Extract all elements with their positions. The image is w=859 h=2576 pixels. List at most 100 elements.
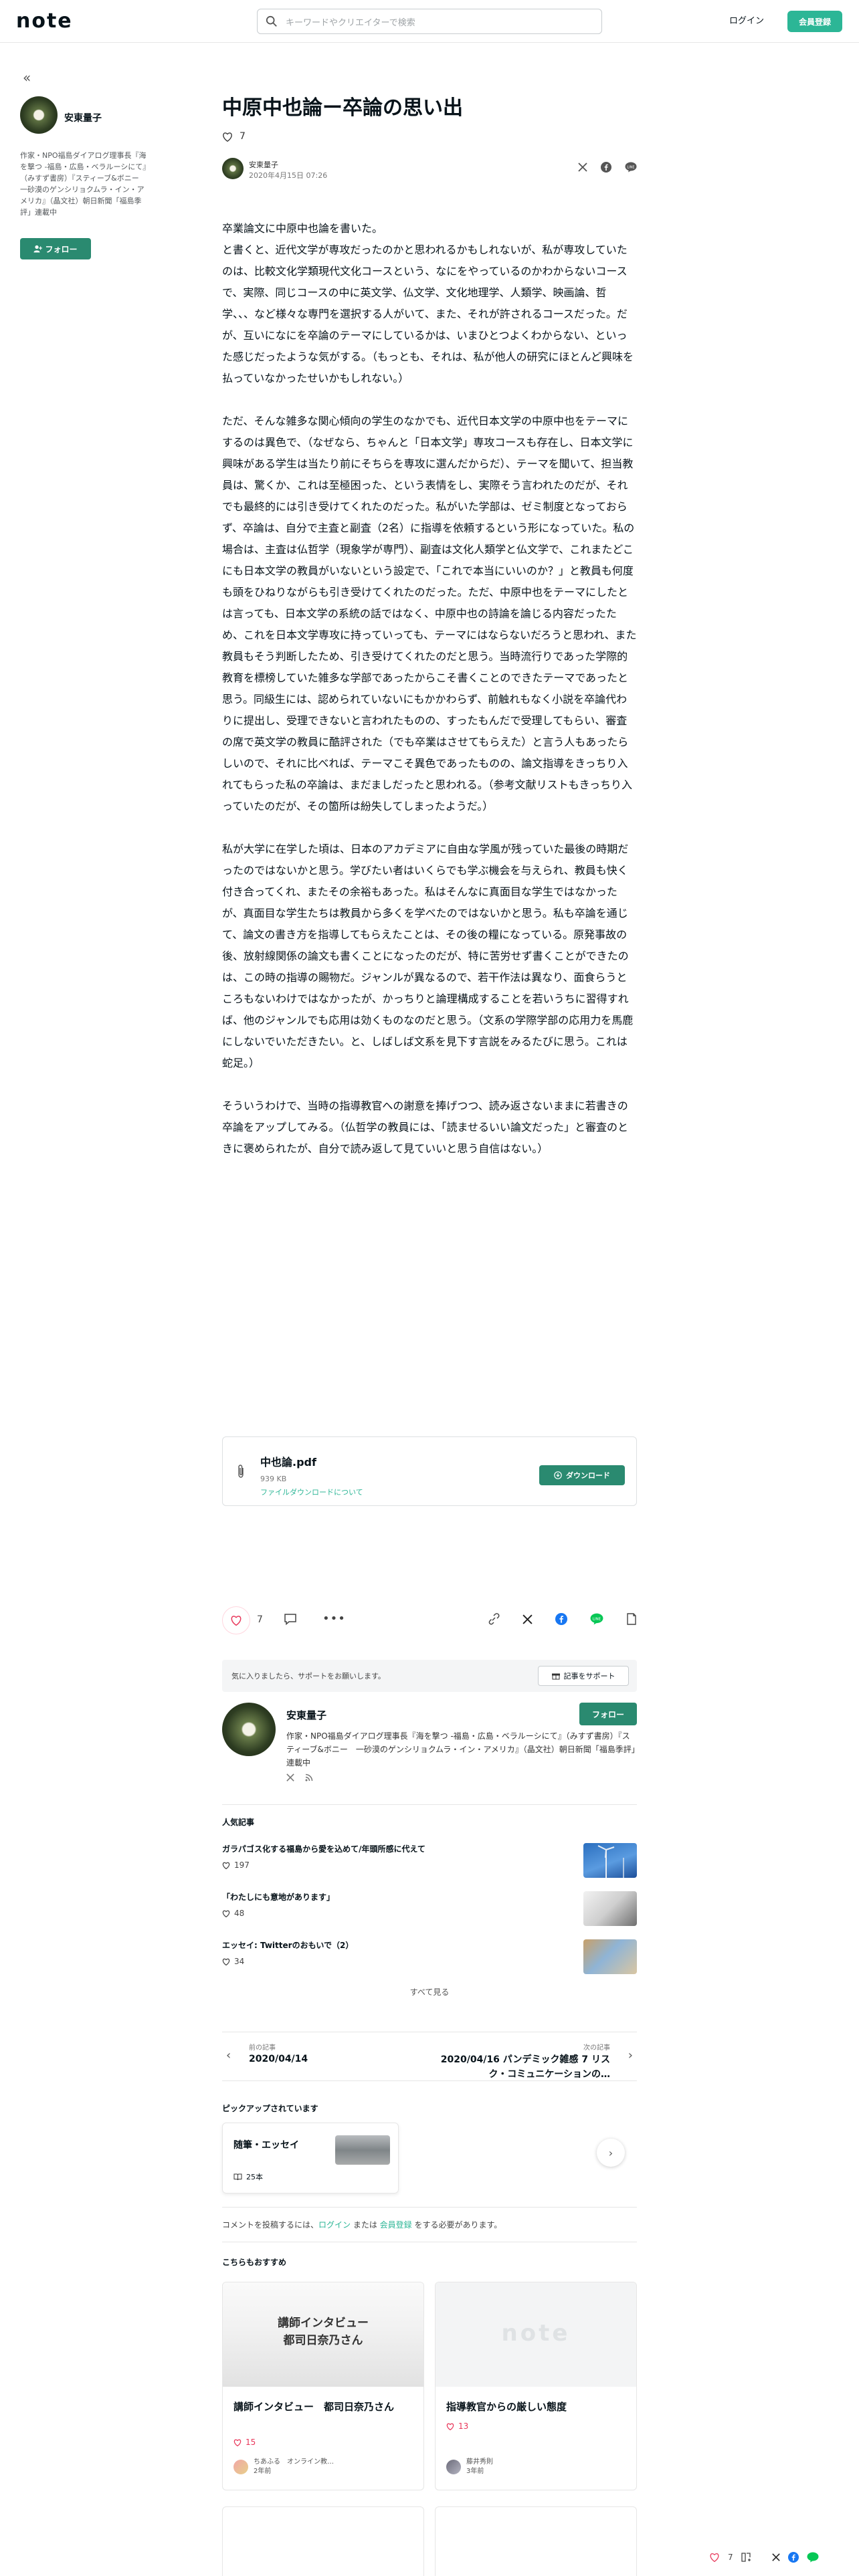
svg-text:LINE: LINE: [593, 1617, 601, 1621]
see-all-link[interactable]: すべて見る: [222, 1986, 637, 1998]
recommend-card-image[interactable]: 講師インタビュー 都司日奈乃さん: [223, 2282, 423, 2387]
popular-item[interactable]: エッセイ: Twitterのおもいで（2） 34: [222, 1939, 637, 1979]
x-share-icon[interactable]: [522, 1614, 533, 1624]
floating-action-bar: 7: [709, 2547, 850, 2568]
popular-item-thumbnail[interactable]: [583, 1939, 637, 1974]
carousel-next-button[interactable]: ›: [597, 2139, 625, 2167]
comment-icon[interactable]: [284, 1613, 297, 1628]
article-like-summary[interactable]: 7: [222, 131, 246, 142]
recommend-card[interactable]: 講師インタビュー 都司日奈乃さん 講師インタビュー 都司日奈乃さん 15 ちあふ…: [222, 2282, 424, 2490]
file-download-help-link[interactable]: ファイルダウンロードについて: [260, 1487, 363, 1497]
file-attachment: 中也論.pdf 939 KB ファイルダウンロードについて ダウンロード: [222, 1436, 637, 1506]
author-avatar[interactable]: [222, 158, 244, 179]
heart-icon[interactable]: [709, 2553, 720, 2562]
recommend-card[interactable]: [435, 2506, 637, 2576]
comment-register-link[interactable]: 会員登録: [380, 2220, 412, 2230]
recommend-card-author[interactable]: ちあふる オンライン教… 2年前: [233, 2458, 334, 2476]
divider: [222, 1804, 637, 1805]
article-paragraph: そういうわけで、当時の指導教官への謝意を捧げつつ、読み返さないままに若書きの卒論…: [222, 1099, 629, 1155]
heart-icon: [222, 1958, 230, 1965]
comment-note-middle: または: [351, 2220, 380, 2230]
search-box[interactable]: キーワードやクリエイターで検索: [257, 9, 602, 34]
recommend-card-time: 3年前: [466, 2468, 484, 2475]
magazine-card[interactable]: 随筆・エッセイ 25本: [222, 2123, 399, 2193]
like-button[interactable]: [222, 1606, 250, 1634]
popular-item[interactable]: ガラパゴス化する福島から愛を込めて/年頭所感に代えて 197: [222, 1843, 637, 1883]
popular-item-thumbnail[interactable]: [583, 1891, 637, 1926]
svg-text:LINE: LINE: [627, 165, 634, 169]
bookmark-icon[interactable]: [626, 1613, 637, 1625]
article-meta: 安東量子 2020年4月15日 07:26 LINE: [222, 158, 637, 185]
chevron-right-icon[interactable]: ›: [628, 2048, 633, 2062]
article-body: 卒業論文に中原中也論を書いた。 と書くと、近代文学が専攻だったのかと思われるかも…: [222, 218, 637, 1181]
popular-heading: 人気記事: [222, 1818, 255, 1827]
recommend-card-like-count: 15: [246, 2438, 256, 2447]
article-paragraph: ただ、そんな雑多な関心傾向の学生のなかでも、近代日本文学の中原中也をテーマにする…: [222, 415, 637, 813]
login-link[interactable]: ログイン: [729, 13, 764, 26]
next-article-link[interactable]: 2020/04/16 パンデミック雑感 7 リスク・コミュニケーションの…: [430, 2052, 610, 2082]
recommend-card[interactable]: note 指導教官からの厳しい態度 13 藤井秀則 3年前: [435, 2282, 637, 2490]
x-profile-icon[interactable]: [286, 1774, 294, 1782]
line-share-icon[interactable]: [807, 2552, 819, 2563]
chevron-left-icon[interactable]: ‹: [226, 2048, 231, 2062]
x-share-icon[interactable]: [771, 2553, 780, 2561]
support-banner: 気に入りましたら、サポートをお願いします。 記事をサポート: [222, 1660, 637, 1692]
copy-link-icon[interactable]: [488, 1613, 500, 1625]
pickup-heading: ピックアップされています: [222, 2104, 318, 2113]
recommend-card[interactable]: [222, 2506, 424, 2576]
person-add-icon: [33, 245, 43, 253]
popular-item-title[interactable]: 「わたしにも意地があります」: [222, 1891, 335, 1903]
register-button[interactable]: 会員登録: [787, 11, 842, 32]
magazine-title[interactable]: 随筆・エッセイ: [233, 2138, 299, 2151]
heart-icon: [222, 1910, 230, 1917]
popular-item-title[interactable]: ガラパゴス化する福島から愛を込めて/年頭所感に代えて: [222, 1843, 425, 1854]
x-share-icon[interactable]: [578, 163, 587, 172]
heart-icon: [233, 2439, 242, 2446]
creator-profile: 安東量子 フォロー 作家・NPO福島ダイアログ理事長『海を撃つ -福島・広島・ベ…: [222, 1703, 637, 1796]
support-button[interactable]: 記事をサポート: [538, 1666, 629, 1686]
download-label: ダウンロード: [566, 1471, 610, 1480]
avatar[interactable]: [20, 96, 58, 134]
facebook-share-icon[interactable]: [787, 2552, 799, 2563]
file-size: 939 KB: [260, 1475, 287, 1483]
sidebar-follow-button[interactable]: フォロー: [20, 238, 91, 259]
collapse-sidebar-icon[interactable]: «: [23, 70, 31, 86]
magazine-add-icon[interactable]: [741, 2553, 752, 2562]
creator-name[interactable]: 安東量子: [286, 1708, 326, 1722]
facebook-share-icon[interactable]: [555, 1613, 567, 1625]
comment-note-suffix: をする必要があります。: [411, 2220, 502, 2230]
recommend-card-author-name: ちあふる オンライン教…: [254, 2458, 334, 2466]
heart-icon: [223, 132, 232, 142]
recommend-card-image[interactable]: note: [436, 2282, 636, 2387]
popular-item-likes: 48: [222, 1909, 244, 1918]
popular-item-like-count: 197: [234, 1860, 250, 1870]
recommend-card-title[interactable]: 指導教官からの厳しい態度: [446, 2399, 627, 2415]
recommend-card-title[interactable]: 講師インタビュー 都司日奈乃さん: [233, 2399, 414, 2415]
popular-item-title[interactable]: エッセイ: Twitterのおもいで（2）: [222, 1939, 353, 1951]
recommend-card-author-meta: ちあふる オンライン教… 2年前: [254, 2458, 334, 2476]
more-icon[interactable]: •••: [322, 1612, 346, 1626]
paperclip-icon: [236, 1464, 246, 1481]
site-header: note キーワードやクリエイターで検索 ログイン 会員登録: [0, 0, 859, 43]
line-share-icon[interactable]: LINE: [625, 162, 637, 173]
comment-login-link[interactable]: ログイン: [318, 2220, 351, 2230]
download-button[interactable]: ダウンロード: [539, 1465, 625, 1485]
download-icon: [554, 1471, 562, 1479]
support-text: 気に入りましたら、サポートをお願いします。: [231, 1672, 385, 1681]
prev-article-link[interactable]: 2020/04/14: [249, 2054, 308, 2064]
creator-follow-button[interactable]: フォロー: [579, 1703, 637, 1725]
line-share-icon[interactable]: LINE: [590, 1613, 603, 1625]
facebook-share-icon[interactable]: [601, 162, 611, 173]
article-paragraph: 私が大学に在学した頃は、日本のアカデミアに自由な学風が残っていた最後の時期だった…: [222, 843, 634, 1069]
magazine-thumbnail: [335, 2135, 390, 2165]
author-name[interactable]: 安東量子: [249, 159, 278, 170]
popular-item-thumbnail[interactable]: [583, 1843, 637, 1878]
comment-login-note: コメントを投稿するには、ログイン または 会員登録 をする必要があります。: [222, 2219, 637, 2230]
popular-item[interactable]: 「わたしにも意地があります」 48: [222, 1891, 637, 1931]
popular-item-likes: 34: [222, 1957, 244, 1966]
sidebar-author-name[interactable]: 安東量子: [64, 111, 102, 124]
creator-avatar[interactable]: [222, 1703, 276, 1756]
note-logo[interactable]: note: [16, 9, 73, 33]
rss-icon[interactable]: [305, 1774, 313, 1782]
recommend-card-author[interactable]: 藤井秀則 3年前: [446, 2458, 493, 2476]
